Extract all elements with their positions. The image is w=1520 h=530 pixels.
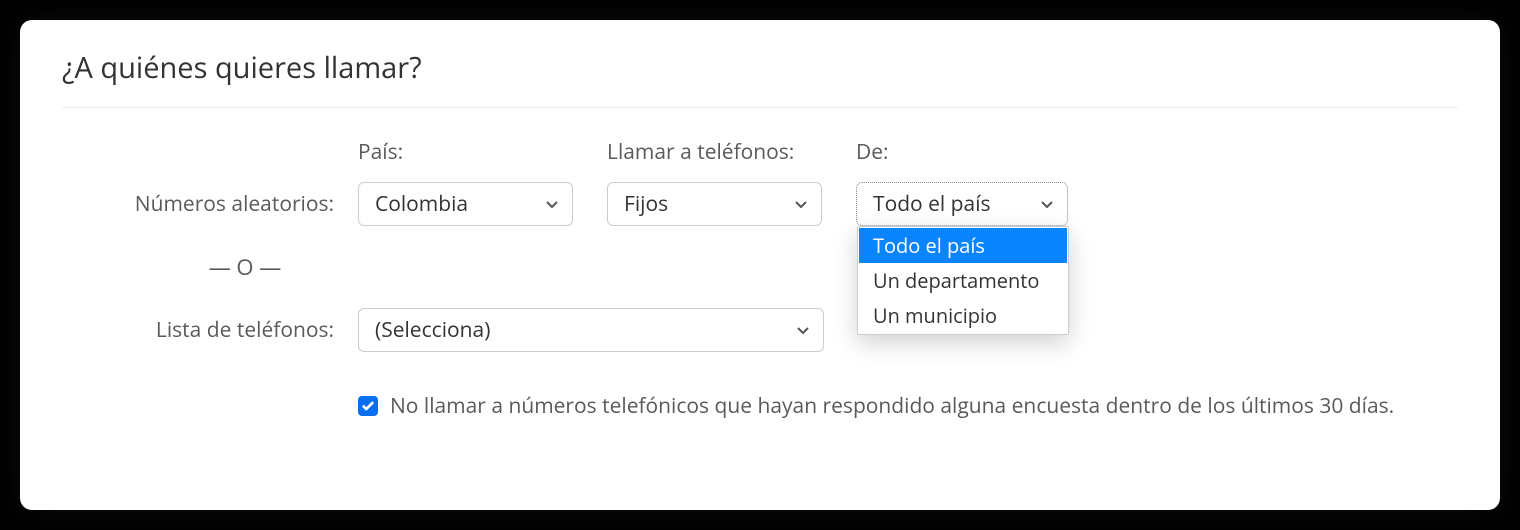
country-select[interactable]: Colombia — [358, 182, 573, 226]
chevron-down-icon — [793, 196, 809, 212]
random-numbers-row: Números aleatorios: País: Colombia Llama… — [62, 138, 1458, 226]
divider-row: — O — — [62, 252, 1458, 282]
random-numbers-label: Números aleatorios: — [62, 190, 358, 226]
chevron-down-icon — [544, 196, 560, 212]
chevron-down-icon — [1039, 196, 1055, 212]
exclude-recent-checkbox[interactable] — [358, 396, 378, 416]
phone-list-select[interactable]: (Selecciona) — [358, 308, 824, 352]
country-select-value: Colombia — [375, 190, 468, 218]
call-phones-select-value: Fijos — [624, 190, 668, 218]
de-dropdown-option[interactable]: Un departamento — [859, 263, 1067, 298]
country-label: País: — [358, 138, 573, 166]
de-dropdown-option[interactable]: Un municipio — [859, 298, 1067, 333]
form-panel: ¿A quiénes quieres llamar? Números aleat… — [20, 20, 1500, 510]
phone-list-select-value: (Selecciona) — [375, 316, 490, 344]
de-select-value: Todo el país — [873, 190, 991, 218]
de-label: De: — [856, 138, 1068, 166]
de-field-group: De: Todo el país Todo el paísUn departam… — [856, 138, 1068, 226]
page-title: ¿A quiénes quieres llamar? — [62, 48, 1458, 108]
call-phones-select[interactable]: Fijos — [607, 182, 822, 226]
phone-list-label: Lista de teléfonos: — [62, 316, 358, 344]
call-phones-label: Llamar a teléfonos: — [607, 138, 822, 166]
de-select[interactable]: Todo el país Todo el paísUn departamento… — [856, 182, 1068, 226]
phone-list-row: Lista de teléfonos: (Selecciona) — [62, 308, 1458, 352]
de-dropdown-option[interactable]: Todo el país — [859, 228, 1067, 263]
form-area: Números aleatorios: País: Colombia Llama… — [62, 108, 1458, 420]
chevron-down-icon — [795, 322, 811, 338]
country-field-group: País: Colombia — [358, 138, 573, 226]
divider-text: — O — — [62, 252, 358, 282]
checkbox-row: No llamar a números telefónicos que haya… — [62, 392, 1458, 420]
call-phones-field-group: Llamar a teléfonos: Fijos — [607, 138, 822, 226]
de-dropdown-menu: Todo el paísUn departamentoUn municipio — [857, 226, 1069, 335]
exclude-recent-label: No llamar a números telefónicos que haya… — [390, 392, 1394, 420]
